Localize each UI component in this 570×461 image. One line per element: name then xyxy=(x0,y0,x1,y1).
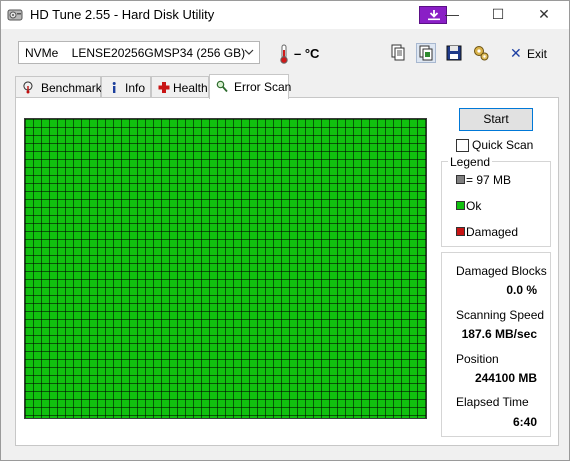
quick-scan-label: Quick Scan xyxy=(472,138,534,152)
app-icon xyxy=(7,7,23,23)
save-icon[interactable] xyxy=(444,43,464,63)
legend-title: Legend xyxy=(448,155,493,169)
tab-error-scan-label: Error Scan xyxy=(234,80,292,94)
elapsed-time-label: Elapsed Time xyxy=(456,395,529,409)
maximize-button[interactable]: ☐ xyxy=(475,1,521,29)
tab-benchmark-label: Benchmark xyxy=(41,81,102,95)
copy-icon[interactable] xyxy=(388,43,408,63)
elapsed-time-value: 6:40 xyxy=(512,415,537,429)
legend-swatch-block xyxy=(456,175,465,184)
legend-swatch-ok xyxy=(456,201,465,210)
app-window: HD Tune 2.55 - Hard Disk Utility — ☐ ✕ N… xyxy=(0,0,570,461)
tab-info-label: Info xyxy=(125,81,146,95)
exit-icon: ✕ xyxy=(510,45,522,61)
minimize-button[interactable]: — xyxy=(429,1,475,29)
legend-swatch-damaged xyxy=(456,227,465,236)
thermometer-icon xyxy=(278,44,290,64)
search-icon xyxy=(216,80,228,93)
tab-health-label: Health xyxy=(173,81,208,95)
options-icon[interactable] xyxy=(471,43,491,63)
close-button[interactable]: ✕ xyxy=(521,1,567,29)
exit-label: Exit xyxy=(527,47,548,61)
legend-label-block-size: = 97 MB xyxy=(466,173,512,187)
start-button[interactable]: Start xyxy=(459,108,533,131)
title-bar[interactable]: HD Tune 2.55 - Hard Disk Utility — ☐ ✕ xyxy=(1,1,569,29)
legend-label-ok: Ok xyxy=(466,199,482,213)
drive-select-value: NVMe LENSE20256GMSP34 (256 GB) xyxy=(25,46,246,60)
scanning-speed-value: 187.6 MB/sec xyxy=(461,327,537,341)
position-label: Position xyxy=(456,352,499,366)
tab-info[interactable]: Info xyxy=(101,76,151,98)
quick-scan-checkbox[interactable] xyxy=(456,139,469,152)
window-title: HD Tune 2.55 - Hard Disk Utility xyxy=(30,7,215,22)
tab-benchmark[interactable]: Benchmark xyxy=(15,76,102,98)
stats-box xyxy=(441,252,551,437)
scan-block-map xyxy=(24,118,427,419)
position-value: 244100 MB xyxy=(474,371,537,385)
health-icon xyxy=(158,81,170,94)
info-icon xyxy=(108,81,120,94)
exit-button[interactable]: ✕ Exit xyxy=(509,45,549,63)
drive-select[interactable]: NVMe LENSE20256GMSP34 (256 GB) xyxy=(18,41,260,64)
benchmark-icon xyxy=(22,81,34,94)
chevron-down-icon xyxy=(243,46,255,58)
damaged-blocks-label: Damaged Blocks xyxy=(456,264,547,278)
scanning-speed-label: Scanning Speed xyxy=(456,308,545,322)
damaged-blocks-value: 0.0 % xyxy=(506,283,537,297)
tab-health[interactable]: Health xyxy=(151,76,209,98)
tab-error-scan[interactable]: Error Scan xyxy=(209,74,292,99)
temperature-readout: – °C xyxy=(294,46,320,61)
copy-info-icon[interactable] xyxy=(416,43,436,63)
legend-label-damaged: Damaged xyxy=(466,225,519,239)
